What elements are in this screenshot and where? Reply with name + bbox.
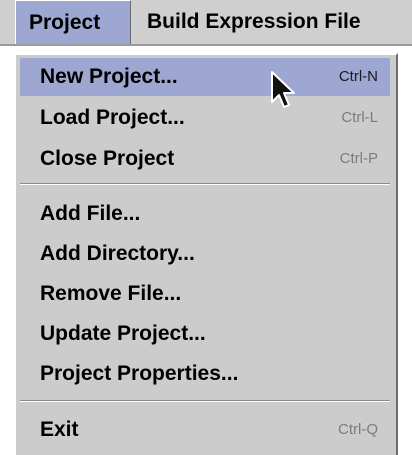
menu-item-add-file[interactable]: Add File... (20, 195, 390, 233)
menu-item-load-project[interactable]: Load Project... Ctrl-L (20, 99, 390, 137)
menu-item-label: Project Properties... (40, 362, 239, 385)
menu-item-add-directory[interactable]: Add Directory... (20, 235, 390, 273)
menu-item-shortcut: Ctrl-Q (338, 421, 378, 438)
menu-item-shortcut: Ctrl-L (341, 109, 378, 126)
menu-project[interactable]: Project (15, 0, 131, 44)
menu-item-label: New Project... (40, 65, 178, 88)
menu-item-label: Add Directory... (40, 242, 195, 265)
menu-item-remove-file[interactable]: Remove File... (20, 275, 390, 313)
project-dropdown-menu: New Project... Ctrl-N Load Project... Ct… (14, 53, 398, 455)
menu-item-label: Add File... (40, 202, 141, 225)
menu-item-label: Load Project... (40, 106, 185, 129)
menu-item-shortcut: Ctrl-N (338, 68, 378, 85)
mouse-pointer-icon (271, 71, 295, 108)
menu-item-label: Remove File... (40, 282, 182, 305)
menu-item-shortcut: Ctrl-P (339, 150, 378, 167)
menu-separator (20, 183, 390, 185)
menu-item-label: Exit (40, 418, 79, 441)
menu-item-new-project[interactable]: New Project... Ctrl-N (20, 58, 390, 96)
menu-item-label: Update Project... (40, 322, 206, 345)
menu-item-project-properties[interactable]: Project Properties... (20, 355, 390, 393)
menu-bar: Project Build Expression File (0, 0, 412, 46)
menu-item-close-project[interactable]: Close Project Ctrl-P (20, 140, 390, 178)
menu-build-expression-file[interactable]: Build Expression File (131, 0, 361, 44)
menu-item-update-project[interactable]: Update Project... (20, 315, 390, 353)
menu-item-exit[interactable]: Exit Ctrl-Q (20, 411, 390, 449)
menu-separator (20, 400, 390, 402)
menu-item-label: Close Project (40, 147, 175, 170)
